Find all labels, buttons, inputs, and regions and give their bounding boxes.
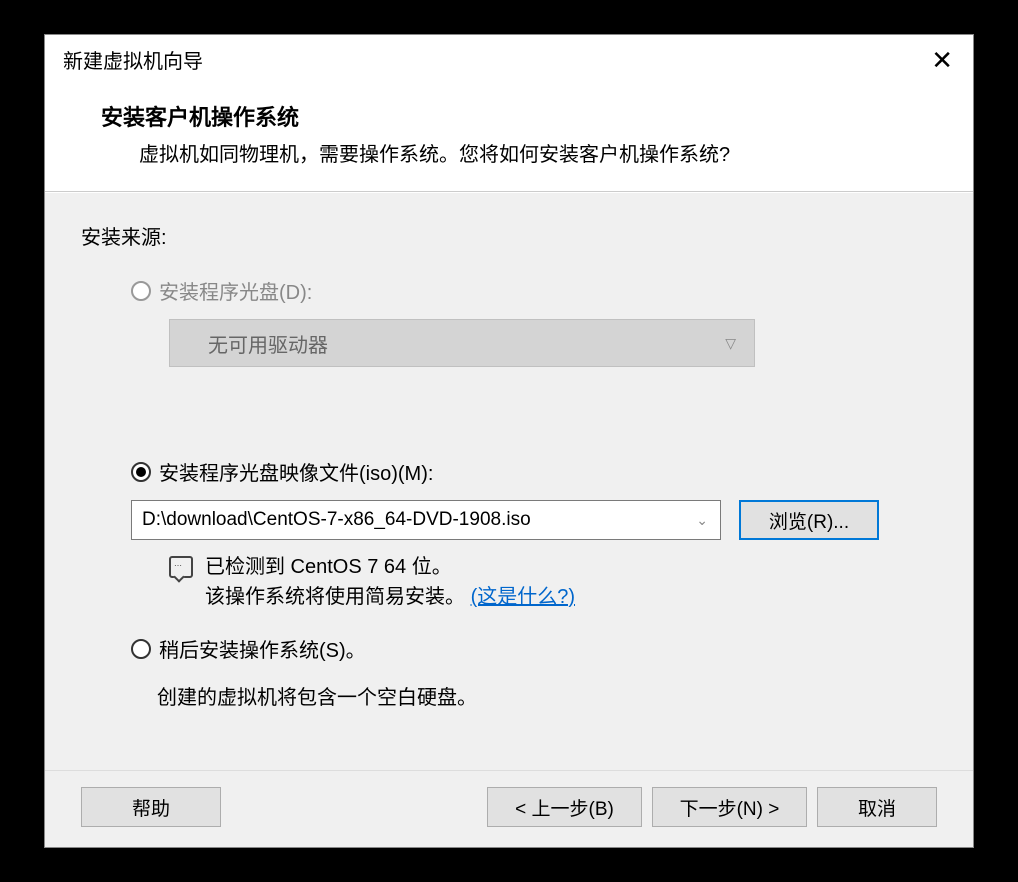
install-later-description: 创建的虚拟机将包含一个空白硬盘。 xyxy=(157,681,937,710)
detection-info: ⋯ 已检测到 CentOS 7 64 位。 该操作系统将使用简易安装。 (这是什… xyxy=(169,552,937,612)
titlebar: 新建虚拟机向导 ✕ xyxy=(45,35,973,82)
wizard-step-title: 安装客户机操作系统 xyxy=(101,100,945,132)
disc-drive-value: 无可用驱动器 xyxy=(208,329,328,358)
option-installer-disc-label: 安装程序光盘(D): xyxy=(159,276,312,305)
disc-drive-dropdown: 无可用驱动器 ▽ xyxy=(169,319,755,367)
install-source-label: 安装来源: xyxy=(81,221,937,250)
option-install-later-label: 稍后安装操作系统(S)。 xyxy=(159,634,366,663)
option-installer-disc[interactable]: 安装程序光盘(D): xyxy=(131,276,937,305)
radio-installer-disc[interactable] xyxy=(131,281,151,301)
cancel-button[interactable]: 取消 xyxy=(817,787,937,827)
detection-line2-prefix: 该操作系统将使用简易安装。 xyxy=(205,586,465,608)
browse-button[interactable]: 浏览(R)... xyxy=(739,500,879,540)
option-iso-image[interactable]: 安装程序光盘映像文件(iso)(M): xyxy=(131,457,937,486)
option-iso-image-label: 安装程序光盘映像文件(iso)(M): xyxy=(159,457,433,486)
easy-install-help-link[interactable]: (这是什么?) xyxy=(471,586,575,608)
option-install-later[interactable]: 稍后安装操作系统(S)。 xyxy=(131,634,937,663)
wizard-step-description: 虚拟机如同物理机，需要操作系统。您将如何安装客户机操作系统? xyxy=(139,138,945,167)
info-icon: ⋯ xyxy=(169,556,193,578)
chevron-down-icon[interactable]: ⌄ xyxy=(696,512,708,529)
next-button[interactable]: 下一步(N) > xyxy=(652,787,807,827)
wizard-content: 安装来源: 安装程序光盘(D): 无可用驱动器 ▽ 安装程序光盘映像文件(iso… xyxy=(45,192,973,770)
back-button[interactable]: < 上一步(B) xyxy=(487,787,642,827)
radio-install-later[interactable] xyxy=(131,639,151,659)
iso-path-value: D:\download\CentOS-7-x86_64-DVD-1908.iso xyxy=(142,509,531,531)
dialog-title: 新建虚拟机向导 xyxy=(63,45,203,74)
detection-text: 已检测到 CentOS 7 64 位。 该操作系统将使用简易安装。 (这是什么?… xyxy=(205,552,575,612)
detection-line1: 已检测到 CentOS 7 64 位。 xyxy=(205,556,452,578)
wizard-header: 安装客户机操作系统 虚拟机如同物理机，需要操作系统。您将如何安装客户机操作系统? xyxy=(45,82,973,192)
iso-path-row: D:\download\CentOS-7-x86_64-DVD-1908.iso… xyxy=(131,500,937,540)
iso-path-combobox[interactable]: D:\download\CentOS-7-x86_64-DVD-1908.iso… xyxy=(131,500,721,540)
wizard-footer: 帮助 < 上一步(B) 下一步(N) > 取消 xyxy=(45,770,973,847)
new-vm-wizard-dialog: 新建虚拟机向导 ✕ 安装客户机操作系统 虚拟机如同物理机，需要操作系统。您将如何… xyxy=(44,34,974,848)
close-icon[interactable]: ✕ xyxy=(925,47,959,73)
help-button[interactable]: 帮助 xyxy=(81,787,221,827)
radio-iso-image[interactable] xyxy=(131,462,151,482)
chevron-down-icon: ▽ xyxy=(725,335,736,352)
